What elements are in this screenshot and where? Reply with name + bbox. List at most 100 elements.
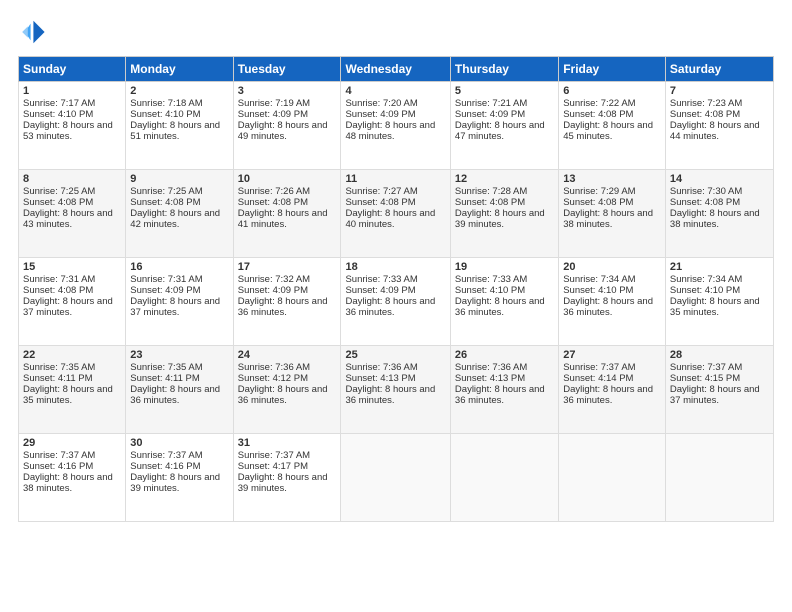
calendar-cell: 27Sunrise: 7:37 AMSunset: 4:14 PMDayligh…	[559, 346, 666, 434]
sunrise-label: Sunrise: 7:37 AM	[670, 362, 742, 373]
daylight-label: Daylight: 8 hours and 42 minutes.	[130, 208, 220, 230]
day-number: 29	[23, 437, 121, 449]
sunset-label: Sunset: 4:10 PM	[563, 285, 633, 296]
sunset-label: Sunset: 4:11 PM	[130, 373, 200, 384]
calendar-cell: 19Sunrise: 7:33 AMSunset: 4:10 PMDayligh…	[450, 258, 558, 346]
day-number: 3	[238, 85, 337, 97]
sunset-label: Sunset: 4:09 PM	[238, 109, 308, 120]
daylight-label: Daylight: 8 hours and 39 minutes.	[238, 472, 328, 494]
daylight-label: Daylight: 8 hours and 37 minutes.	[130, 296, 220, 318]
day-number: 23	[130, 349, 228, 361]
sunrise-label: Sunrise: 7:23 AM	[670, 98, 742, 109]
sunset-label: Sunset: 4:10 PM	[130, 109, 200, 120]
daylight-label: Daylight: 8 hours and 35 minutes.	[670, 296, 760, 318]
day-number: 4	[345, 85, 445, 97]
calendar-header-wednesday: Wednesday	[341, 57, 450, 82]
calendar-header-tuesday: Tuesday	[233, 57, 341, 82]
sunrise-label: Sunrise: 7:32 AM	[238, 274, 310, 285]
page: SundayMondayTuesdayWednesdayThursdayFrid…	[0, 0, 792, 612]
header	[18, 18, 774, 46]
day-number: 7	[670, 85, 769, 97]
sunset-label: Sunset: 4:08 PM	[23, 285, 93, 296]
daylight-label: Daylight: 8 hours and 36 minutes.	[130, 384, 220, 406]
sunrise-label: Sunrise: 7:31 AM	[130, 274, 202, 285]
calendar-cell: 3Sunrise: 7:19 AMSunset: 4:09 PMDaylight…	[233, 82, 341, 170]
daylight-label: Daylight: 8 hours and 48 minutes.	[345, 120, 435, 142]
calendar-cell: 15Sunrise: 7:31 AMSunset: 4:08 PMDayligh…	[19, 258, 126, 346]
daylight-label: Daylight: 8 hours and 40 minutes.	[345, 208, 435, 230]
sunrise-label: Sunrise: 7:33 AM	[345, 274, 417, 285]
calendar-table: SundayMondayTuesdayWednesdayThursdayFrid…	[18, 56, 774, 522]
sunrise-label: Sunrise: 7:31 AM	[23, 274, 95, 285]
daylight-label: Daylight: 8 hours and 41 minutes.	[238, 208, 328, 230]
sunrise-label: Sunrise: 7:25 AM	[23, 186, 95, 197]
logo-icon	[18, 18, 46, 46]
sunset-label: Sunset: 4:10 PM	[23, 109, 93, 120]
day-number: 22	[23, 349, 121, 361]
calendar-cell: 2Sunrise: 7:18 AMSunset: 4:10 PMDaylight…	[126, 82, 233, 170]
sunset-label: Sunset: 4:16 PM	[130, 461, 200, 472]
sunrise-label: Sunrise: 7:36 AM	[345, 362, 417, 373]
sunset-label: Sunset: 4:08 PM	[563, 109, 633, 120]
sunset-label: Sunset: 4:09 PM	[345, 109, 415, 120]
calendar-cell	[450, 434, 558, 522]
day-number: 21	[670, 261, 769, 273]
daylight-label: Daylight: 8 hours and 38 minutes.	[670, 208, 760, 230]
calendar-cell: 20Sunrise: 7:34 AMSunset: 4:10 PMDayligh…	[559, 258, 666, 346]
calendar-cell: 1Sunrise: 7:17 AMSunset: 4:10 PMDaylight…	[19, 82, 126, 170]
day-number: 10	[238, 173, 337, 185]
sunset-label: Sunset: 4:14 PM	[563, 373, 633, 384]
sunset-label: Sunset: 4:08 PM	[345, 197, 415, 208]
calendar-cell: 31Sunrise: 7:37 AMSunset: 4:17 PMDayligh…	[233, 434, 341, 522]
day-number: 19	[455, 261, 554, 273]
sunrise-label: Sunrise: 7:19 AM	[238, 98, 310, 109]
daylight-label: Daylight: 8 hours and 36 minutes.	[345, 296, 435, 318]
day-number: 30	[130, 437, 228, 449]
sunrise-label: Sunrise: 7:37 AM	[563, 362, 635, 373]
sunrise-label: Sunrise: 7:26 AM	[238, 186, 310, 197]
sunset-label: Sunset: 4:08 PM	[238, 197, 308, 208]
calendar-cell: 30Sunrise: 7:37 AMSunset: 4:16 PMDayligh…	[126, 434, 233, 522]
daylight-label: Daylight: 8 hours and 45 minutes.	[563, 120, 653, 142]
daylight-label: Daylight: 8 hours and 39 minutes.	[455, 208, 545, 230]
daylight-label: Daylight: 8 hours and 51 minutes.	[130, 120, 220, 142]
calendar-week-5: 29Sunrise: 7:37 AMSunset: 4:16 PMDayligh…	[19, 434, 774, 522]
sunrise-label: Sunrise: 7:29 AM	[563, 186, 635, 197]
day-number: 15	[23, 261, 121, 273]
calendar-header-saturday: Saturday	[665, 57, 773, 82]
sunset-label: Sunset: 4:08 PM	[130, 197, 200, 208]
calendar-week-3: 15Sunrise: 7:31 AMSunset: 4:08 PMDayligh…	[19, 258, 774, 346]
day-number: 28	[670, 349, 769, 361]
calendar-cell: 9Sunrise: 7:25 AMSunset: 4:08 PMDaylight…	[126, 170, 233, 258]
daylight-label: Daylight: 8 hours and 36 minutes.	[238, 296, 328, 318]
sunrise-label: Sunrise: 7:34 AM	[563, 274, 635, 285]
calendar-week-4: 22Sunrise: 7:35 AMSunset: 4:11 PMDayligh…	[19, 346, 774, 434]
calendar-header-sunday: Sunday	[19, 57, 126, 82]
day-number: 6	[563, 85, 661, 97]
day-number: 5	[455, 85, 554, 97]
day-number: 11	[345, 173, 445, 185]
calendar-cell: 22Sunrise: 7:35 AMSunset: 4:11 PMDayligh…	[19, 346, 126, 434]
sunrise-label: Sunrise: 7:17 AM	[23, 98, 95, 109]
sunset-label: Sunset: 4:09 PM	[130, 285, 200, 296]
calendar-cell: 8Sunrise: 7:25 AMSunset: 4:08 PMDaylight…	[19, 170, 126, 258]
daylight-label: Daylight: 8 hours and 44 minutes.	[670, 120, 760, 142]
calendar-cell: 21Sunrise: 7:34 AMSunset: 4:10 PMDayligh…	[665, 258, 773, 346]
sunset-label: Sunset: 4:13 PM	[455, 373, 525, 384]
sunset-label: Sunset: 4:17 PM	[238, 461, 308, 472]
calendar-header-monday: Monday	[126, 57, 233, 82]
calendar-cell: 16Sunrise: 7:31 AMSunset: 4:09 PMDayligh…	[126, 258, 233, 346]
day-number: 17	[238, 261, 337, 273]
calendar-cell: 10Sunrise: 7:26 AMSunset: 4:08 PMDayligh…	[233, 170, 341, 258]
calendar-header-row: SundayMondayTuesdayWednesdayThursdayFrid…	[19, 57, 774, 82]
calendar-body: 1Sunrise: 7:17 AMSunset: 4:10 PMDaylight…	[19, 82, 774, 522]
daylight-label: Daylight: 8 hours and 36 minutes.	[455, 384, 545, 406]
day-number: 13	[563, 173, 661, 185]
sunrise-label: Sunrise: 7:30 AM	[670, 186, 742, 197]
day-number: 25	[345, 349, 445, 361]
sunrise-label: Sunrise: 7:35 AM	[23, 362, 95, 373]
calendar-week-1: 1Sunrise: 7:17 AMSunset: 4:10 PMDaylight…	[19, 82, 774, 170]
sunrise-label: Sunrise: 7:25 AM	[130, 186, 202, 197]
day-number: 2	[130, 85, 228, 97]
calendar-cell: 24Sunrise: 7:36 AMSunset: 4:12 PMDayligh…	[233, 346, 341, 434]
